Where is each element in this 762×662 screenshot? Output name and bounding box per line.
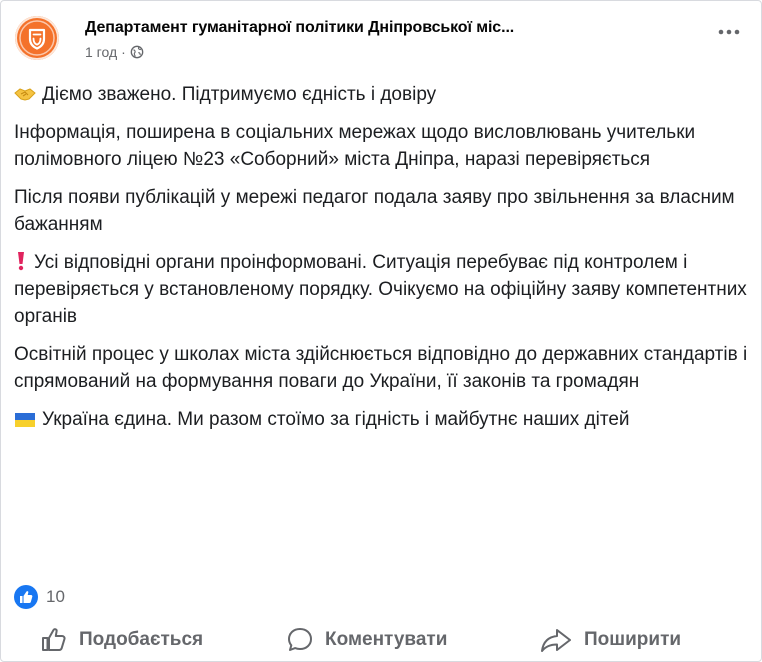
meta-separator: · — [121, 44, 126, 60]
reactions-summary[interactable]: 10 — [14, 585, 65, 609]
post-paragraph: Україна єдина. Ми разом стоїмо за гідніс… — [14, 406, 750, 433]
post-meta: 1 год · — [85, 44, 144, 60]
shield-logo-icon — [19, 20, 55, 56]
post-paragraph: Діємо зважено. Підтримуємо єдність і дов… — [14, 81, 750, 108]
like-button[interactable]: Подобається — [39, 618, 203, 662]
share-button-label: Поширити — [584, 629, 682, 650]
thumbs-up-icon — [42, 628, 66, 651]
post-paragraph-text: Освітній процес у школах міста здійснюєт… — [14, 344, 748, 392]
comment-button[interactable]: Коментувати — [285, 618, 447, 662]
post-text: Діємо зважено. Підтримуємо єдність і дов… — [14, 81, 750, 444]
post-paragraph: Після появи публікацій у мережі педагог … — [14, 184, 750, 238]
post-paragraph-text: Інформація, поширена в соціальних мережа… — [14, 122, 696, 170]
post-paragraph-text: Діємо зважено. Підтримуємо єдність і дов… — [42, 84, 437, 105]
post-time[interactable]: 1 год — [85, 44, 117, 60]
post-actions-bar: Подобається Коментувати Поширити — [1, 618, 762, 662]
ukraine-flag-emoji-icon — [15, 413, 35, 427]
post-paragraph-text: Усі відповідні органи проінформовані. Си… — [14, 252, 747, 327]
more-horizontal-icon[interactable] — [714, 21, 744, 41]
globe-icon — [130, 45, 144, 59]
post-card: Департамент гуманітарної політики Дніпро… — [0, 0, 762, 662]
reaction-count[interactable]: 10 — [46, 587, 65, 607]
comment-bubble-icon — [288, 628, 312, 651]
page-name-link[interactable]: Департамент гуманітарної політики Дніпро… — [85, 19, 685, 37]
post-paragraph: Інформація, поширена в соціальних мережа… — [14, 119, 750, 173]
post-paragraph: Освітній процес у школах міста здійснюєт… — [14, 341, 750, 395]
post-paragraph-text: Після появи публікацій у мережі педагог … — [14, 187, 735, 235]
share-arrow-icon — [541, 629, 571, 652]
handshake-emoji-icon — [14, 88, 36, 101]
like-reaction-icon — [14, 585, 38, 609]
like-button-label: Подобається — [79, 629, 204, 650]
comment-button-label: Коментувати — [325, 629, 448, 650]
post-paragraph: Усі відповідні органи проінформовані. Си… — [14, 249, 750, 330]
page-avatar[interactable] — [15, 16, 59, 60]
post-paragraph-text: Україна єдина. Ми разом стоїмо за гідніс… — [42, 409, 630, 430]
post-header: Департамент гуманітарної політики Дніпро… — [15, 11, 750, 67]
exclamation-emoji-icon — [18, 252, 24, 271]
share-button[interactable]: Поширити — [538, 618, 681, 662]
